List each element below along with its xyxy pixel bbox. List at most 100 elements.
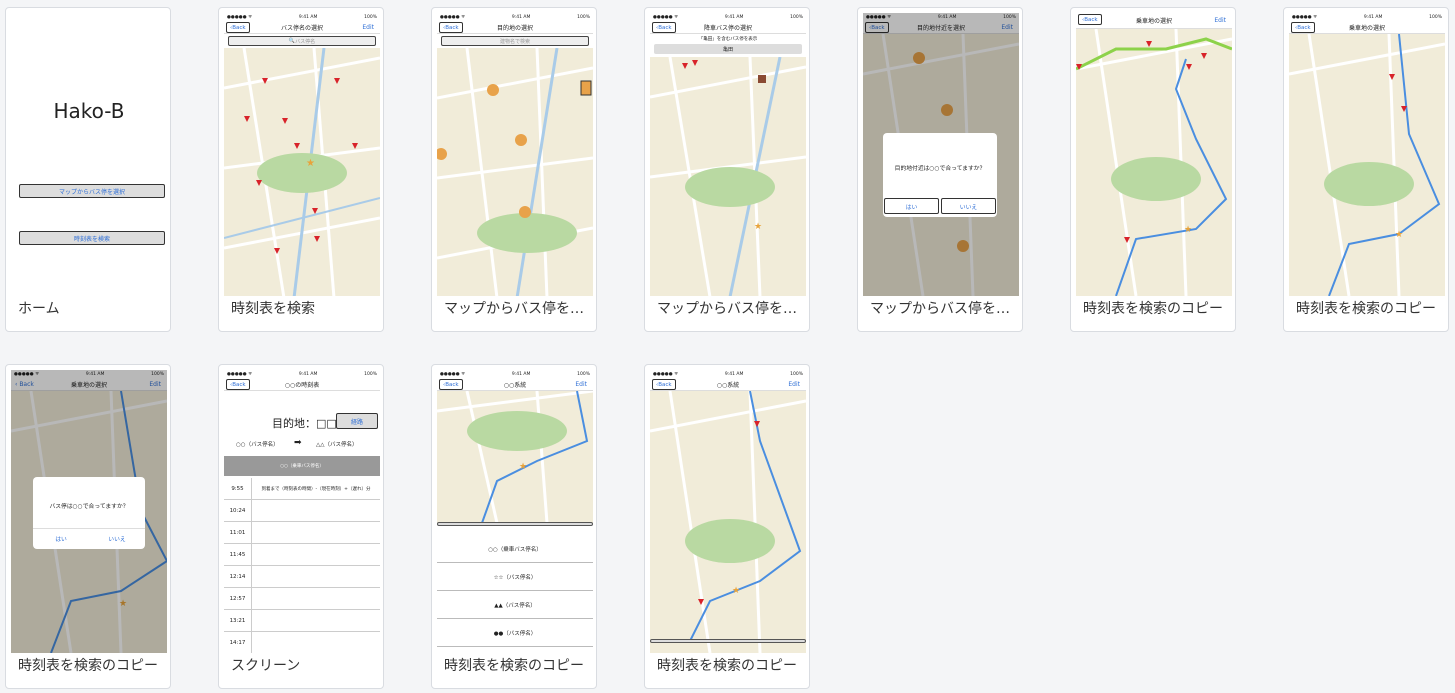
keyword-field[interactable]: 亀田 bbox=[654, 44, 802, 54]
route-button[interactable]: 経路 bbox=[336, 413, 378, 429]
screen-card[interactable]: ●●●●● ᯤ 9:41 AM 100% ‹ Back 乗車地の選択 ★ 時刻表を検索… bbox=[1283, 7, 1449, 332]
edit-button[interactable]: Edit bbox=[575, 381, 587, 388]
nav-title: 目的地の選択 bbox=[496, 24, 533, 32]
signal-indicator: ●●●●● ᯤ bbox=[227, 15, 253, 20]
map-view[interactable]: ★ bbox=[224, 48, 380, 296]
table-row[interactable]: 11:01 bbox=[224, 522, 380, 544]
map-view[interactable]: ★ bbox=[1289, 34, 1445, 296]
screen-thumbnail[interactable]: ●●●●● ᯤ 9:41 AM 100% ‹ Back ○○の時刻表 目的地：□□ 経… bbox=[224, 370, 380, 653]
nav-title: ○○系統 bbox=[503, 381, 527, 389]
map-view[interactable]: ★ bbox=[1076, 29, 1232, 296]
map-view[interactable]: ★ bbox=[650, 391, 806, 653]
svg-text:★: ★ bbox=[306, 158, 315, 169]
list-item[interactable]: ☆☆（バス停名） bbox=[437, 563, 593, 591]
back-button[interactable]: ‹ Back bbox=[226, 379, 250, 390]
back-button[interactable]: ‹ Back bbox=[1078, 14, 1102, 25]
screen-card-home[interactable]: Hako-B マップからバス停を選択 時刻表を検索 ホーム bbox=[5, 7, 171, 332]
map-illustration: ★ bbox=[650, 57, 806, 296]
table-row[interactable]: 12:57 bbox=[224, 588, 380, 610]
back-button[interactable]: ‹ Back bbox=[1291, 22, 1315, 33]
card-caption: ホーム bbox=[18, 301, 60, 317]
card-caption: 時刻表を検索のコピー bbox=[444, 658, 584, 674]
list-item[interactable]: ▲▲（バス停名） bbox=[437, 591, 593, 619]
nav-bar: ‹ Back 降車バス停の選択 bbox=[650, 21, 806, 34]
no-button[interactable]: いいえ bbox=[90, 530, 144, 546]
back-button[interactable]: ‹ Back bbox=[226, 22, 250, 33]
screen-card[interactable]: ●●●●● ᯤ 9:41 AM 100% ‹ Back 目的地の選択 建物名で検索 マ… bbox=[431, 7, 597, 332]
map-view[interactable]: ★ bbox=[650, 57, 806, 296]
screen-thumbnail[interactable]: ●●●●● ᯤ 9:41 AM 100% ‹ Back バス停名の選択 Edit 🔍 バ… bbox=[224, 13, 380, 296]
table-row[interactable]: 10:24 bbox=[224, 500, 380, 522]
map-illustration: ★ bbox=[1076, 29, 1232, 296]
screen-card[interactable]: ●●●●● ᯤ 9:41 AM 100% ‹ Back ○○系統 Edit ★ 時刻表を… bbox=[644, 364, 810, 689]
to-stop: △△（バス停名） bbox=[316, 442, 358, 448]
screen-thumbnail[interactable]: ●●●●● ᯤ 9:41 AM 100% ‹ Back 降車バス停の選択 「亀田」を含… bbox=[650, 13, 806, 296]
table-row[interactable]: 9:55 到着まで（時刻表の時間）-（現在時刻）+（遅れ）分 bbox=[224, 478, 380, 500]
screen-card[interactable]: ●●●●● ᯤ 9:41 AM 100% ‹ Back ○○系統 Edit ★ ○○（乗… bbox=[431, 364, 597, 689]
card-caption: 時刻表を検索のコピー bbox=[657, 658, 797, 674]
screen-card[interactable]: ‹ Back 乗車地の選択 Edit ★ 時刻表を検索のコピー bbox=[1070, 7, 1236, 332]
app-title: Hako-B bbox=[53, 99, 125, 123]
nav-title: 乗車地の選択 bbox=[1348, 24, 1385, 32]
screen-thumbnail[interactable]: ●●●●● ᯤ 9:41 AM 100% ‹ Back 目的地の選択 建物名で検索 bbox=[437, 13, 593, 296]
map-view[interactable] bbox=[437, 48, 593, 296]
nav-title: バス停名の選択 bbox=[280, 24, 323, 32]
list-item[interactable]: ●●（バス停名） bbox=[437, 619, 593, 647]
table-row[interactable]: 11:45 bbox=[224, 544, 380, 566]
status-bar: ●●●●● ᯤ 9:41 AM 100% bbox=[650, 370, 806, 378]
screen-thumbnail[interactable]: ●●●●● ᯤ 9:41 AM 100% ‹ Back 目的地付近を選択 Edit 目的… bbox=[863, 13, 1019, 296]
yes-button[interactable]: はい bbox=[884, 198, 939, 214]
confirm-dialog: 目的地付近は○○で合ってますか？ はい いいえ bbox=[883, 133, 997, 217]
edit-button[interactable]: Edit bbox=[362, 24, 374, 31]
table-row[interactable]: 12:14 bbox=[224, 566, 380, 588]
map-illustration: ★ bbox=[650, 391, 806, 653]
status-bar: ●●●●● ᯤ 9:41 AM 100% bbox=[1289, 13, 1445, 21]
edit-button[interactable]: Edit bbox=[788, 381, 800, 388]
screen-thumbnail[interactable]: ‹ Back 乗車地の選択 Edit ★ bbox=[1076, 13, 1232, 296]
screen-thumbnail[interactable]: ●●●●● ᯤ 9:41 AM 100% ‹ Back ○○系統 Edit ★ bbox=[650, 370, 806, 653]
list-item[interactable]: ○○（乗車バス停名） bbox=[437, 535, 593, 563]
screen-card[interactable]: ●●●●● ᯤ 9:41 AM 100% ‹ Back 乗車地の選択 Edit ★ バス… bbox=[5, 364, 171, 689]
screen-thumbnail[interactable]: Hako-B マップからバス停を選択 時刻表を検索 bbox=[11, 13, 167, 296]
card-caption: マップからバス停を選択 bbox=[444, 301, 594, 317]
screen-card[interactable]: ●●●●● ᯤ 9:41 AM 100% ‹ Back バス停名の選択 Edit 🔍 バ… bbox=[218, 7, 384, 332]
yes-button[interactable]: はい bbox=[34, 530, 88, 546]
nav-title: 乗車地の選択 bbox=[1135, 18, 1172, 25]
search-timetable-button[interactable]: 時刻表を検索 bbox=[19, 231, 165, 245]
dialog-message: 目的地付近は○○で合ってますか？ bbox=[894, 166, 986, 172]
svg-text:★: ★ bbox=[519, 462, 527, 472]
map-view[interactable]: ★ bbox=[437, 391, 593, 523]
select-from-map-button[interactable]: マップからバス停を選択 bbox=[19, 184, 165, 198]
screen-card[interactable]: ●●●●● ᯤ 9:41 AM 100% ‹ Back ○○の時刻表 目的地：□□ 経… bbox=[218, 364, 384, 689]
table-row[interactable]: 13:21 bbox=[224, 610, 380, 632]
timetable-list: 9:55 到着まで（時刻表の時間）-（現在時刻）+（遅れ）分 10:24 11:0… bbox=[224, 478, 380, 653]
back-button[interactable]: ‹ Back bbox=[652, 379, 676, 390]
screen-thumbnail[interactable]: ●●●●● ᯤ 9:41 AM 100% ‹ Back 乗車地の選択 ★ bbox=[1289, 13, 1445, 296]
from-stop: ○○（バス停名） bbox=[236, 442, 279, 448]
edit-button[interactable]: Edit bbox=[1214, 17, 1226, 24]
back-button[interactable]: ‹ Back bbox=[652, 22, 676, 33]
nav-title: ○○系統 bbox=[716, 381, 740, 389]
nav-bar: ‹ Back 乗車地の選択 bbox=[1289, 21, 1445, 34]
screen-thumbnail[interactable]: ●●●●● ᯤ 9:41 AM 100% ‹ Back ○○系統 Edit ★ ○○（乗… bbox=[437, 370, 593, 653]
screen-thumbnail[interactable]: ●●●●● ᯤ 9:41 AM 100% ‹ Back 乗車地の選択 Edit ★ バス… bbox=[11, 370, 167, 653]
card-caption: 時刻表を検索のコピー bbox=[1083, 301, 1223, 317]
back-button[interactable]: ‹ Back bbox=[439, 379, 463, 390]
table-row[interactable]: 14:17 bbox=[224, 632, 380, 653]
map-illustration bbox=[437, 48, 593, 296]
no-button[interactable]: いいえ bbox=[941, 198, 996, 214]
card-caption: 時刻表を検索 bbox=[231, 301, 315, 317]
screen-card[interactable]: ●●●●● ᯤ 9:41 AM 100% ‹ Back 降車バス停の選択 「亀田」を含… bbox=[644, 7, 810, 332]
screen-card[interactable]: ●●●●● ᯤ 9:41 AM 100% ‹ Back 目的地付近を選択 Edit 目的… bbox=[857, 7, 1023, 332]
card-caption: マップからバス停を選択 bbox=[870, 301, 1020, 317]
drag-handle[interactable] bbox=[650, 639, 806, 643]
svg-text:★: ★ bbox=[732, 586, 740, 596]
nav-bar: ‹ Back 目的地の選択 bbox=[437, 21, 593, 34]
drag-handle[interactable] bbox=[437, 522, 593, 526]
search-input[interactable]: 🔍 バス停名 bbox=[228, 36, 376, 46]
back-button[interactable]: ‹ Back bbox=[439, 22, 463, 33]
search-input[interactable]: 建物名で検索 bbox=[441, 36, 589, 46]
status-bar: ●●●●● ᯤ 9:41 AM 100% bbox=[437, 370, 593, 378]
nav-bar: ‹ Back ○○系統 Edit bbox=[650, 378, 806, 391]
svg-text:★: ★ bbox=[754, 222, 762, 232]
